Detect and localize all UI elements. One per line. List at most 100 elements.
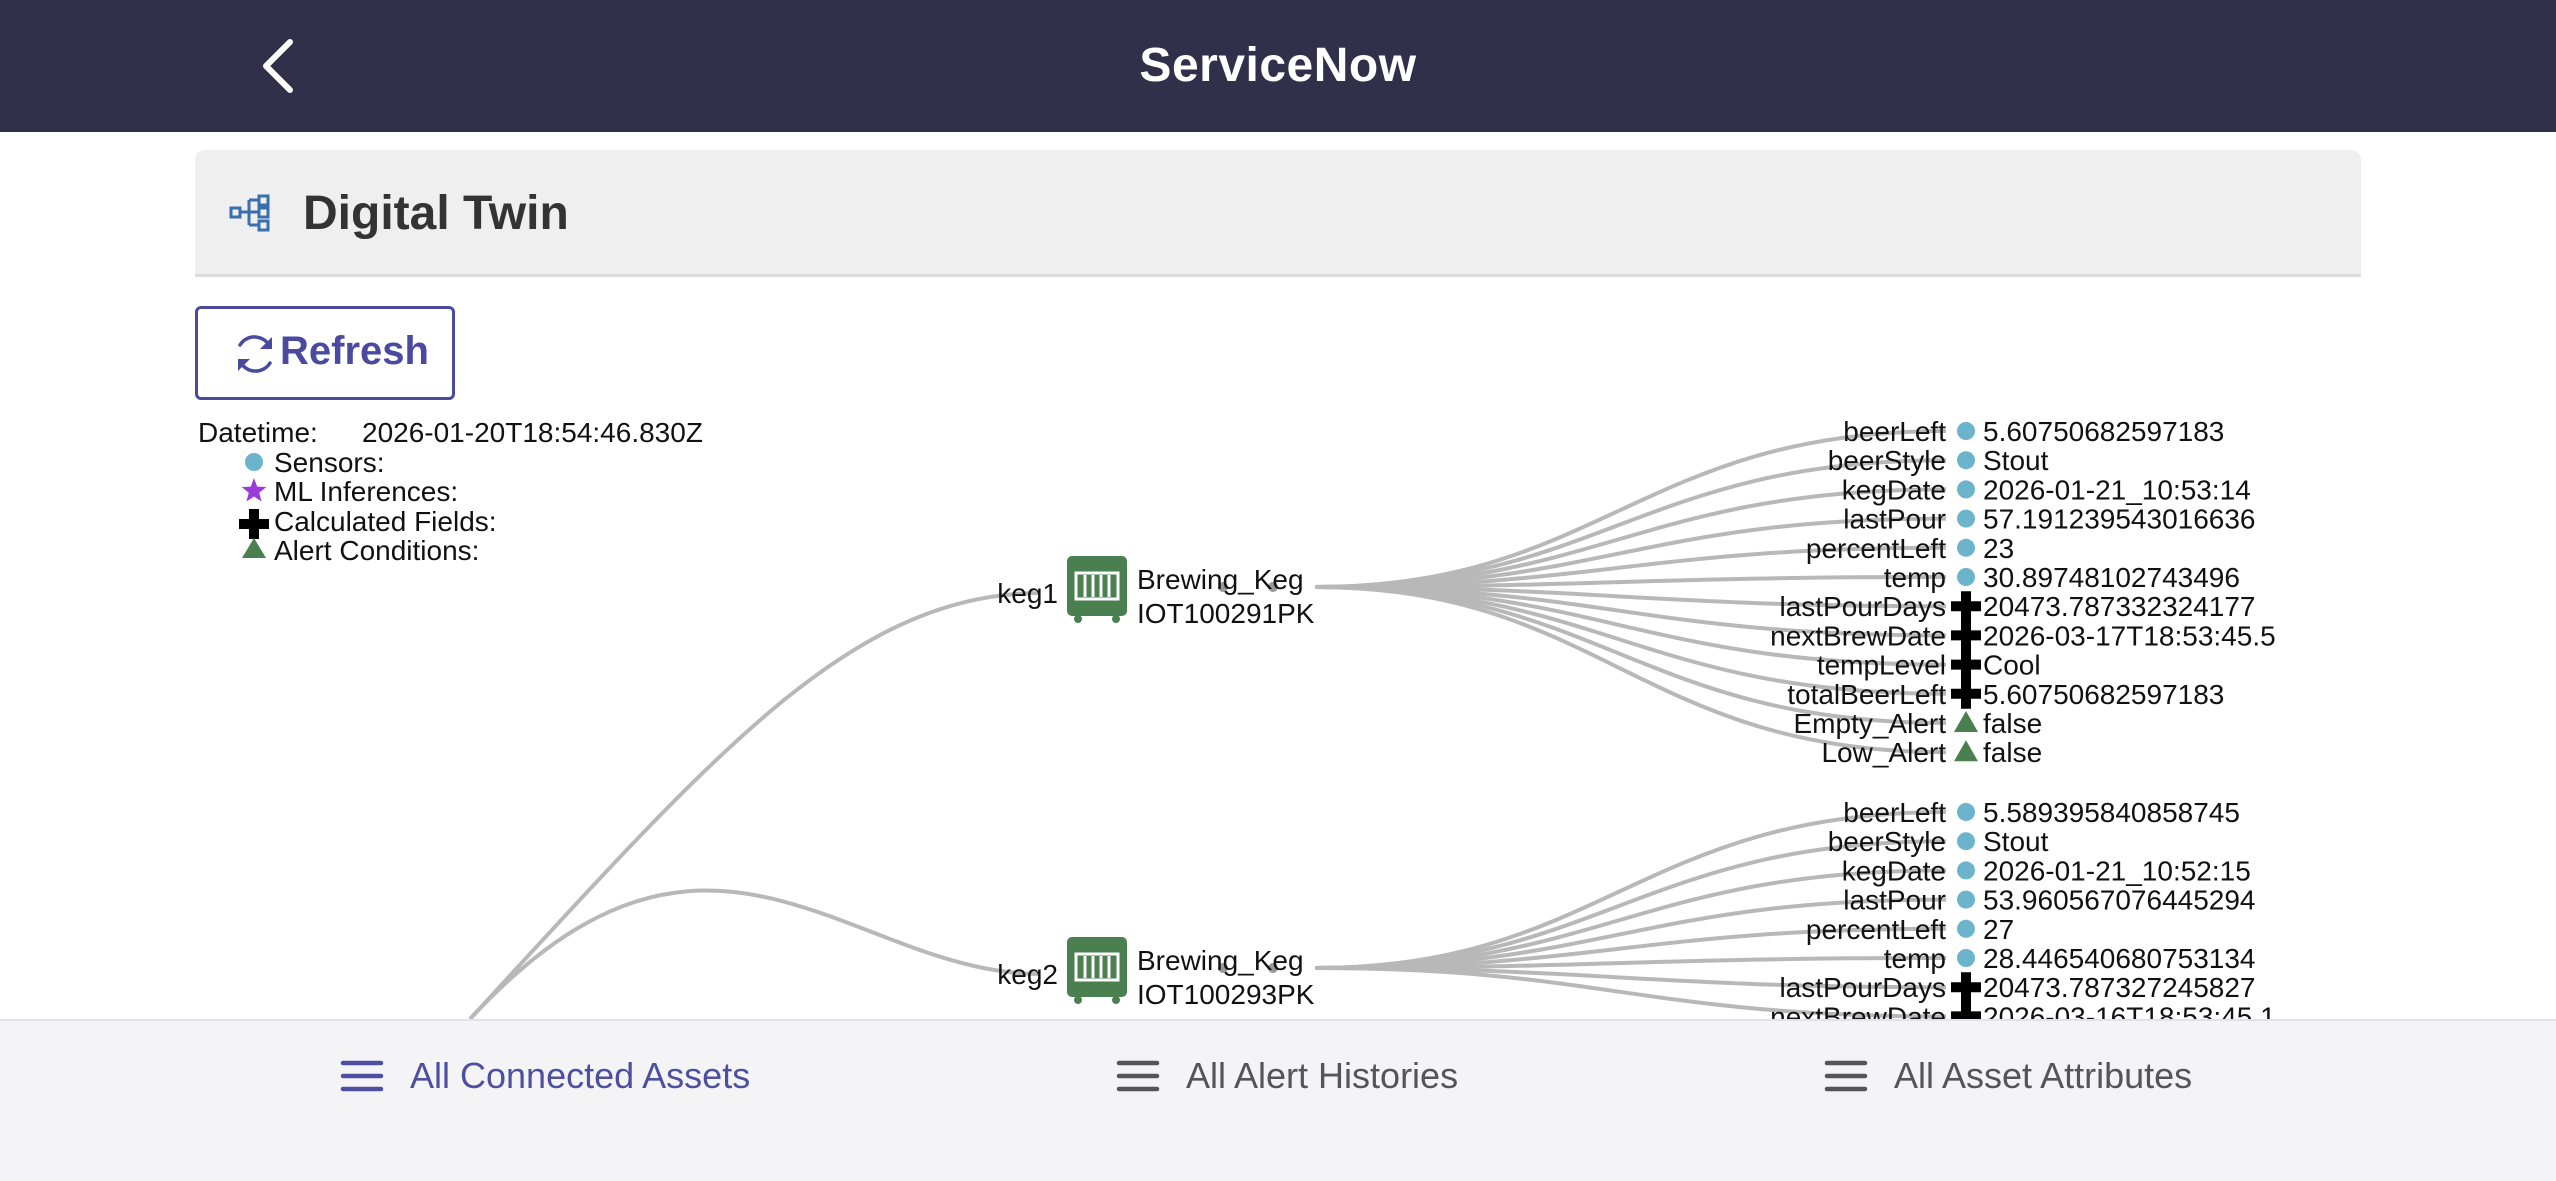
attribute-node[interactable]: beerStyle Stout [1828,445,2049,476]
attribute-name: lastPour [1843,504,1946,535]
asset-link [468,591,1041,1021]
sensor-icon [1957,509,1975,528]
alert-icon [1954,740,1978,762]
attribute-node[interactable]: nextBrewDate 2026-03-17T18:53:45.5 [1770,620,2276,651]
attribute-value: 53.960567076445294 [1983,885,2256,916]
attribute-value: 20473.787332324177 [1983,591,2256,622]
attribute-name: beerStyle [1828,826,1946,857]
attribute-node[interactable]: beerLeft 5.60750682597183 [1843,416,2224,447]
attribute-node[interactable]: temp 30.89748102743496 [1884,562,2240,593]
attribute-node[interactable]: lastPourDays 20473.787332324177 [1779,591,2256,622]
attribute-name: temp [1884,943,1946,974]
asset-type: Brewing_Keg [1137,945,1304,976]
attribute-name: percentLeft [1806,914,1946,945]
attribute-value: Stout [1983,826,2049,857]
bottom-tab-bar: All Connected Assets All Alert Histories… [0,1019,2556,1181]
attribute-name: lastPourDays [1779,972,1946,1003]
attribute-node[interactable]: kegDate 2026-01-21_10:52:15 [1842,855,2251,886]
attribute-node[interactable]: beerLeft 5.589395840858745 [1843,797,2240,828]
sensor-icon [1957,538,1975,557]
attribute-node[interactable]: Low_Alert false [1821,737,2042,768]
keg-icon-wheel [1112,615,1120,623]
attribute-value: 5.589395840858745 [1983,797,2240,828]
attribute-node[interactable]: tempLevel Cool [1817,649,2041,681]
attribute-value: 5.60750682597183 [1983,416,2224,447]
attribute-name: lastPour [1843,885,1946,916]
attribute-node[interactable]: percentLeft 23 [1806,533,2014,564]
attribute-name: kegDate [1842,855,1946,886]
sensor-icon [1957,803,1975,821]
sensor-icon [1957,832,1975,851]
attribute-name: kegDate [1842,474,1946,505]
attribute-node[interactable]: lastPourDays 20473.787327245827 [1779,972,2256,1003]
calculated-icon [1951,678,1981,709]
tab-all-connected-assets[interactable]: All Connected Assets [340,1046,750,1106]
attribute-name: Empty_Alert [1794,708,1947,739]
asset-key: keg2 [997,959,1058,990]
attribute-name: Low_Alert [1821,737,1946,768]
list-icon [340,1060,384,1092]
asset-node[interactable]: keg2 Brewing_KegIOT100293PK [997,937,1315,1010]
attribute-value: 27 [1983,914,2014,945]
asset-link [468,888,1041,1021]
asset-node[interactable]: keg1 Brewing_KegIOT100291PK [997,556,1315,629]
tab-all-asset-attributes[interactable]: All Asset Attributes [1824,1046,2192,1106]
attribute-node[interactable]: temp 28.446540680753134 [1884,943,2256,974]
attribute-node[interactable]: Empty_Alert false [1794,708,2043,739]
attribute-name: beerLeft [1843,416,1946,447]
attribute-value: 2026-01-21_10:53:14 [1983,474,2251,505]
attribute-value: 5.60750682597183 [1983,679,2224,710]
datetime-value: 2026-01-20T18:54:46.830Z [362,417,703,448]
calculated-icon [1951,972,1981,1003]
attribute-value: 28.446540680753134 [1983,943,2256,974]
asset-id: IOT100293PK [1137,979,1315,1010]
ml-inference-legend-icon [241,478,267,502]
attribute-name: percentLeft [1806,533,1946,564]
list-icon [1824,1060,1868,1092]
attribute-value: 2026-03-17T18:53:45.5 [1983,620,2276,651]
tab-label: All Connected Assets [410,1055,751,1096]
asset-id: IOT100291PK [1137,598,1315,629]
datetime-label: Datetime: [198,417,318,448]
sensor-icon [1957,861,1975,880]
attribute-name: beerLeft [1843,797,1946,828]
calculated-icon [1951,591,1981,622]
attribute-node[interactable]: lastPour 53.960567076445294 [1843,885,2255,916]
attribute-value: 20473.787327245827 [1983,972,2256,1003]
calculated-icon [1951,620,1981,651]
attribute-name: lastPourDays [1779,591,1946,622]
legend-alert: Alert Conditions: [274,535,479,566]
calculated-icon [1951,649,1981,680]
attribute-name: temp [1884,562,1946,593]
tab-label: All Asset Attributes [1894,1055,2193,1096]
legend-calc: Calculated Fields: [274,506,497,537]
attribute-node[interactable]: totalBeerLeft 5.60750682597183 [1787,678,2224,710]
attribute-name: tempLevel [1817,650,1946,681]
attribute-name: beerStyle [1828,445,1946,476]
legend-ml: ML Inferences: [274,476,458,507]
attribute-name: nextBrewDate [1770,620,1946,651]
attribute-node[interactable]: lastPour 57.191239543016636 [1843,504,2255,535]
list-icon [1116,1060,1160,1092]
keg-icon-wheel [1074,996,1082,1004]
asset-type: Brewing_Keg [1137,564,1304,595]
sensor-icon [1957,451,1975,470]
sensor-legend-icon [245,453,263,471]
attribute-value: 2026-01-21_10:52:15 [1983,855,2251,886]
attribute-node[interactable]: beerStyle Stout [1828,826,2049,857]
calculated-legend-icon [239,509,269,539]
sensor-icon [1957,949,1975,967]
attribute-name: totalBeerLeft [1787,679,1946,710]
attribute-value: 23 [1983,533,2014,564]
attribute-value: 57.191239543016636 [1983,504,2256,535]
tab-all-alert-histories[interactable]: All Alert Histories [1116,1046,1458,1106]
asset-key: keg1 [997,578,1058,609]
sensor-icon [1957,919,1975,938]
attribute-node[interactable]: kegDate 2026-01-21_10:53:14 [1842,474,2251,505]
attribute-value: Stout [1983,445,2049,476]
legend-sensors: Sensors: [274,447,385,478]
attribute-value: 30.89748102743496 [1983,562,2240,593]
attribute-value: false [1983,737,2042,768]
keg-icon-wheel [1074,615,1082,623]
attribute-node[interactable]: percentLeft 27 [1806,914,2014,945]
